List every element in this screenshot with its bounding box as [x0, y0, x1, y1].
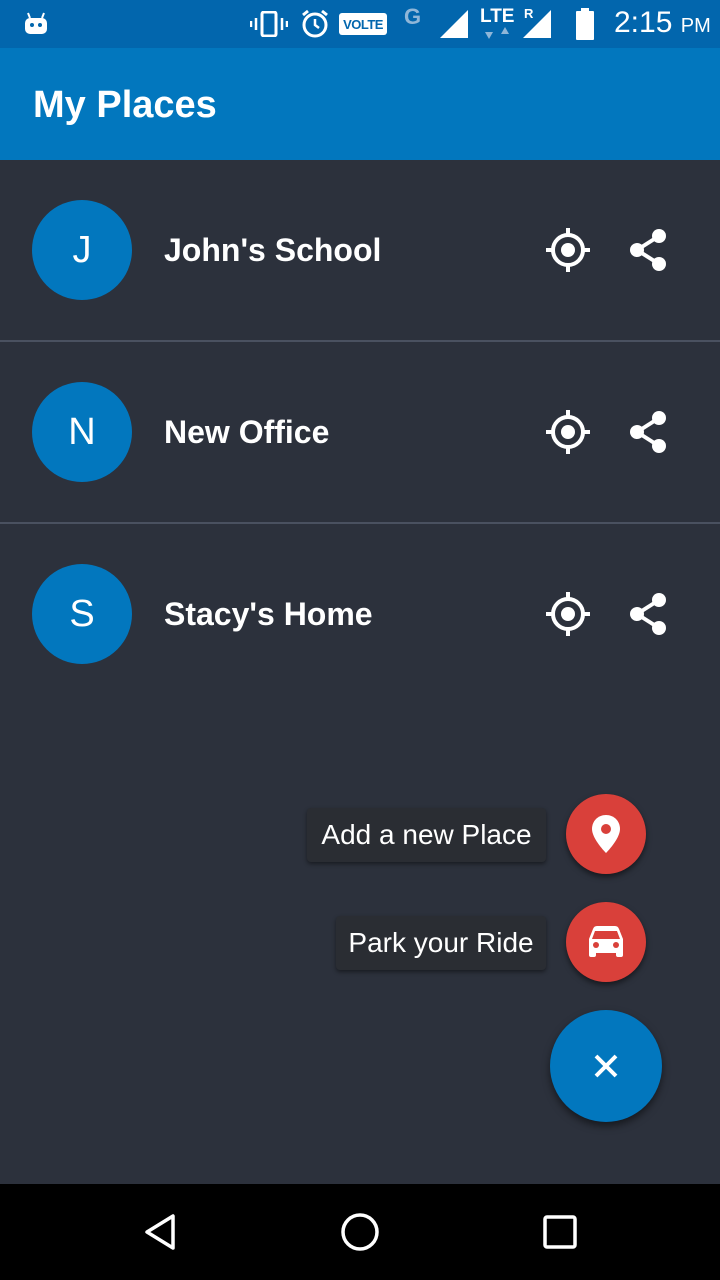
avatar: J [32, 200, 132, 300]
home-icon [341, 1213, 379, 1251]
clock: 2:15 PM [614, 6, 711, 40]
place-name: Stacy's Home [164, 596, 373, 632]
share-button[interactable] [622, 406, 674, 458]
status-bar: VOLTE G LTE R 2:15 PM [0, 0, 720, 48]
alarm-icon [299, 0, 331, 48]
back-button[interactable] [136, 1208, 184, 1256]
share-icon [630, 229, 666, 271]
home-button[interactable] [336, 1208, 384, 1256]
avatar: S [32, 564, 132, 664]
page-title: My Places [33, 84, 217, 126]
share-button[interactable] [622, 224, 674, 276]
place-name: John's School [164, 232, 382, 268]
share-button[interactable] [622, 588, 674, 640]
locate-button[interactable] [542, 224, 594, 276]
list-item[interactable]: S Stacy's Home [0, 524, 720, 706]
recents-button[interactable] [536, 1208, 584, 1256]
add-place-label[interactable]: Add a new Place [307, 808, 546, 862]
gps-target-icon [546, 592, 590, 636]
lte-signal-icon [520, 0, 554, 48]
share-icon [630, 593, 666, 635]
gps-target-icon [546, 228, 590, 272]
add-place-button[interactable] [566, 794, 646, 874]
avatar: N [32, 382, 132, 482]
locate-button[interactable] [542, 406, 594, 458]
list-item[interactable]: N New Office [0, 342, 720, 524]
park-ride-button[interactable] [566, 902, 646, 982]
battery-icon [574, 0, 596, 48]
place-name: New Office [164, 414, 330, 450]
clock-ampm: PM [680, 15, 711, 37]
recents-icon [543, 1215, 577, 1249]
locate-button[interactable] [542, 588, 594, 640]
close-fab-button[interactable] [550, 1010, 662, 1122]
list-item[interactable]: J John's School [0, 160, 720, 342]
back-icon [145, 1214, 175, 1250]
park-ride-label[interactable]: Park your Ride [336, 916, 546, 970]
gps-target-icon [546, 410, 590, 454]
close-icon [594, 1054, 618, 1078]
signal-icon [436, 0, 472, 48]
android-icon [22, 0, 50, 48]
location-pin-icon [592, 815, 620, 853]
clock-time: 2:15 [614, 6, 673, 39]
network-type-label: G [404, 4, 422, 29]
navigation-bar [0, 1184, 720, 1280]
volte-icon: VOLTE [339, 13, 387, 35]
data-activity-icon [484, 24, 514, 42]
vibrate-icon [250, 0, 288, 48]
car-icon [589, 926, 623, 957]
share-icon [630, 411, 666, 453]
